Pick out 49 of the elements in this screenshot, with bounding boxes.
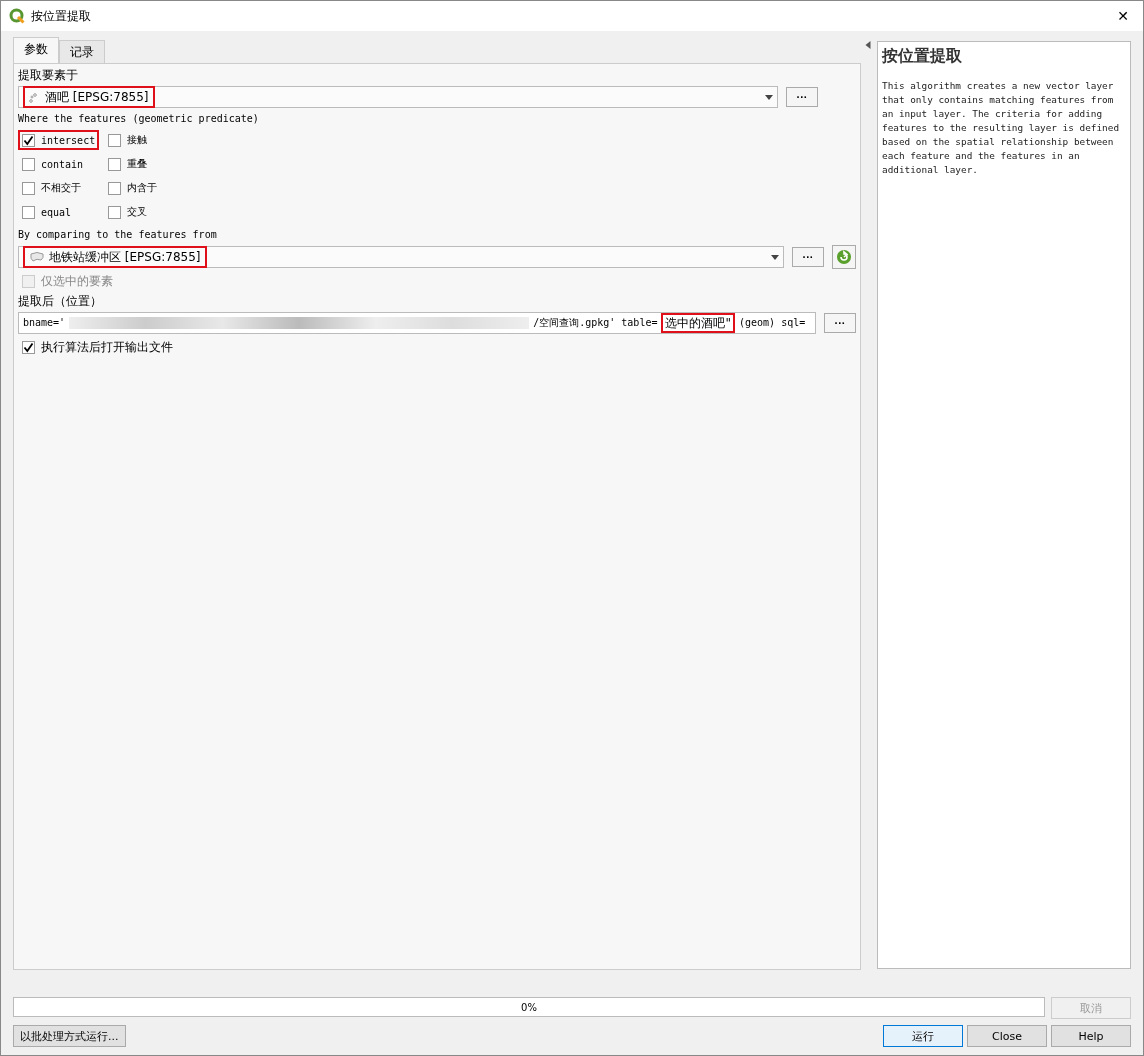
option-label: 重叠 xyxy=(127,157,147,171)
caret-icon xyxy=(765,94,773,100)
batch-button[interactable]: 以批处理方式运行... xyxy=(13,1025,126,1047)
option-label: 不相交于 xyxy=(41,181,81,195)
browse-button[interactable]: ··· xyxy=(824,313,856,333)
progress-reading: 0% xyxy=(520,1000,538,1015)
tab[interactable]: 参数 xyxy=(13,37,59,63)
close-button[interactable]: Close xyxy=(967,1025,1047,1047)
option-label: intersect xyxy=(41,134,96,146)
close-button[interactable]: ✕ xyxy=(1111,8,1135,24)
output-field[interactable]: bname=' /空间查询.gpkg' table= 选中的酒吧" (geom) sql= xyxy=(18,312,816,334)
checkbox-label: 仅选中的要素 xyxy=(41,272,113,290)
layer-name: 酒吧 [EPSG:7855] xyxy=(45,88,149,106)
checkbox[interactable] xyxy=(108,205,121,219)
tab[interactable]: 记录 xyxy=(59,40,105,63)
field-label: 提取要素于 xyxy=(18,67,79,84)
checkbox-label: 执行算法后打开输出文件 xyxy=(41,338,173,356)
refresh-button[interactable] xyxy=(832,245,856,269)
help-button[interactable]: Help xyxy=(1051,1025,1131,1047)
polygon-layer-icon xyxy=(29,251,45,263)
checkbox[interactable] xyxy=(108,133,121,147)
field-label: By comparing to the features from xyxy=(18,228,218,242)
option-label: 交叉 xyxy=(127,205,147,219)
checkbox[interactable] xyxy=(22,181,35,195)
option-label: contain xyxy=(41,158,84,170)
app-logo-icon xyxy=(9,8,25,24)
window-title: 按位置提取 xyxy=(31,7,92,25)
collapse-icon xyxy=(865,41,871,49)
checkbox[interactable] xyxy=(22,205,35,219)
checkbox[interactable] xyxy=(108,157,121,171)
checkbox[interactable] xyxy=(22,340,35,354)
option-label: equal xyxy=(41,206,72,218)
run-button[interactable]: 运行 xyxy=(883,1025,963,1047)
checkbox[interactable] xyxy=(108,181,121,195)
refresh-icon xyxy=(836,249,852,265)
layer-dropdown[interactable]: 地铁站缓冲区 [EPSG:7855] xyxy=(18,246,784,268)
field-label: 提取后（位置） xyxy=(18,293,103,310)
caret-icon xyxy=(771,254,779,260)
layer-dropdown[interactable]: 酒吧 [EPSG:7855] xyxy=(18,86,778,108)
option-label: 接触 xyxy=(127,133,147,147)
checkbox[interactable] xyxy=(22,133,35,147)
help-title: 按位置提取 xyxy=(882,46,963,67)
browse-button[interactable]: ··· xyxy=(786,87,818,107)
checkbox[interactable] xyxy=(22,157,35,171)
layer-name: 地铁站缓冲区 [EPSG:7855] xyxy=(49,248,201,266)
field-label: Where the features (geometric predicate) xyxy=(18,112,260,126)
help-text: This algorithm creates a new vector layer that only contains matching features from an input layer. The criteria for adding features to the resulting layer is defined based on the spatial relationship between each feature and the features in an additional layer. xyxy=(882,79,1121,177)
option-label: 内含于 xyxy=(127,181,157,195)
browse-button[interactable]: ··· xyxy=(792,247,824,267)
